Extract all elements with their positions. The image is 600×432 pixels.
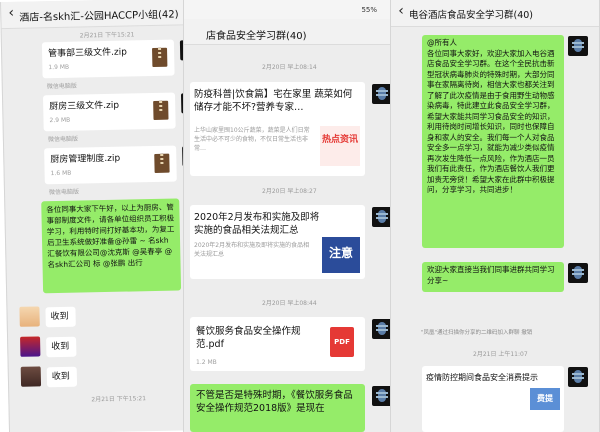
article-title: 疫情防控期间食品安全消费提示	[426, 373, 538, 382]
text-message[interactable]: 收到	[46, 366, 78, 388]
article-title: 防疫科普|饮食篇】宅在家里 蔬菜如何储存才能不坏?营养专家…	[194, 89, 353, 113]
article-thumbnail: 热点资讯	[320, 126, 360, 166]
avatar[interactable]	[372, 319, 392, 339]
file-size: 2.9 MB	[49, 116, 71, 125]
avatar[interactable]	[372, 207, 392, 227]
battery-status: 55%	[361, 6, 377, 14]
article-thumbnail: 费提	[530, 388, 560, 410]
avatar[interactable]	[568, 367, 588, 387]
timestamp: 2月21日 下午15:21	[91, 395, 147, 404]
text-message[interactable]: 收到	[45, 306, 76, 328]
article-card[interactable]: 疫情防控期间食品安全消费提示 费提	[422, 366, 564, 432]
text-message[interactable]: @所有人 各位同事大家好，欢迎大家加入电谷酒店食品安全学习群。在这个全民抗击新型…	[422, 35, 564, 248]
chat-panel-food-safety: 55% 店食品安全学习群(40) 2月20日 早上08:14 防疫科普|饮食篇】…	[183, 0, 396, 432]
back-arrow-icon[interactable]: ‹	[5, 5, 17, 21]
file-size: 1.2 MB	[196, 359, 217, 366]
article-title: 2020年2月发布和实施及即将实施的食品相关法规汇总	[194, 212, 320, 236]
avatar[interactable]	[568, 263, 588, 283]
file-source: 微信电脑版	[47, 135, 78, 144]
thumbnail-label: 热点资讯	[322, 135, 359, 145]
text-message[interactable]: 各位同事大家下午好，以上为厨房、管事部制度文件，请各单位组织员工积极学习，利用特…	[41, 198, 182, 294]
text-message[interactable]: 不管是否是特殊时期，《餐饮服务食品安全操作规范2018版》是现在	[190, 384, 365, 432]
chat-title: 酒店-名skh汇-公园HACCP小组(42)	[19, 9, 179, 24]
chat-title: 店食品安全学习群(40)	[206, 31, 307, 42]
article-thumbnail: 注意	[322, 237, 360, 273]
thumbnail-label: 注意	[328, 246, 353, 260]
file-message[interactable]: 厨房三级文件.zip 2.9 MB	[42, 92, 176, 132]
article-desc: 上华山家里囤10公斤蔬菜，蔬菜是人们日常生活中必不可少的食物，不仅日常生活也非常…	[194, 127, 310, 152]
avatar[interactable]	[568, 36, 588, 56]
timestamp: 2月20日 早上08:27	[262, 188, 317, 195]
file-size: 1.6 MB	[50, 169, 72, 178]
timestamp: 2月21日 下午15:21	[79, 31, 135, 40]
file-message[interactable]: 厨房管理制度.zip 1.6 MB	[44, 145, 177, 185]
file-source: 微信电脑版	[48, 188, 80, 197]
avatar[interactable]	[20, 366, 42, 387]
avatar[interactable]	[19, 306, 40, 327]
article-desc: 2020年2月发布和实施及即将实施的食品相关法规汇总	[194, 242, 310, 258]
chat-header: ‹ 酒店-名skh汇-公园HACCP小组(42)	[1, 0, 207, 30]
text-message[interactable]: 欢迎大家直接当我们同事进群共同学习分享~	[422, 262, 564, 292]
file-source: 微信电脑版	[46, 82, 77, 91]
chat-title: 电谷酒店食品安全学习群(40)	[409, 10, 534, 21]
chat-header: ‹ 电谷酒店食品安全学习群(40)	[391, 0, 599, 27]
article-card[interactable]: 2020年2月发布和实施及即将实施的食品相关法规汇总 2020年2月发布和实施及…	[190, 205, 365, 279]
avatar[interactable]	[20, 336, 41, 357]
zip-file-icon	[153, 100, 169, 120]
zip-file-icon	[154, 153, 170, 173]
file-name: 厨房管理制度.zip	[50, 153, 121, 166]
timestamp: 2月20日 早上08:14	[262, 64, 317, 71]
file-name: 餐饮服务食品安全操作规范.pdf	[196, 326, 301, 350]
back-arrow-icon[interactable]: ‹	[395, 4, 407, 18]
zip-file-icon	[152, 47, 168, 67]
file-name: 厨房三级文件.zip	[49, 100, 120, 113]
system-message: "凤凰"通过扫描你分享的二维码加入群聊 撤销	[421, 330, 533, 336]
avatar[interactable]	[372, 386, 392, 406]
pdf-file-icon: PDF	[330, 327, 354, 357]
file-message[interactable]: 餐饮服务食品安全操作规范.pdf 1.2 MB PDF	[190, 317, 365, 371]
chat-header: 店食品安全学习群(40)	[184, 19, 395, 45]
file-size: 1.9 MB	[48, 63, 70, 72]
text-message[interactable]: 收到	[46, 336, 77, 358]
chat-panel-diangu: ‹ 电谷酒店食品安全学习群(40) @所有人 各位同事大家好，欢迎大家加入电谷酒…	[390, 0, 600, 432]
thumbnail-label: 费提	[537, 394, 553, 403]
chat-header: 55%	[184, 0, 395, 19]
article-card[interactable]: 防疫科普|饮食篇】宅在家里 蔬菜如何储存才能不坏?营养专家… 上华山家里囤10公…	[190, 82, 365, 176]
file-name: 管事部三级文件.zip	[48, 47, 128, 60]
timestamp: 2月20日 早上08:44	[262, 300, 317, 307]
avatar[interactable]	[372, 84, 392, 104]
file-message[interactable]: 管事部三级文件.zip 1.9 MB	[41, 39, 175, 79]
timestamp: 2月21日 上午11:07	[473, 351, 528, 358]
